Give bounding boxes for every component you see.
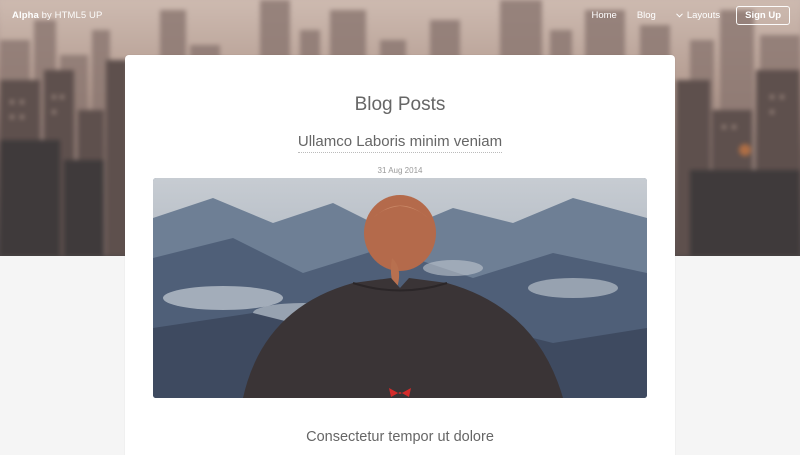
- post-title-link[interactable]: Ullamco Laboris minim veniam: [297, 133, 503, 153]
- nav-layouts-label: Layouts: [686, 9, 721, 21]
- content-card: Blog Posts Ullamco Laboris minim veniam …: [125, 55, 675, 455]
- nav-blog-link[interactable]: Blog: [637, 10, 656, 21]
- chevron-down-icon: [675, 12, 683, 18]
- next-post-title: Consectetur tempor ut dolore: [306, 429, 494, 445]
- post-date: 31 Aug 2014: [377, 166, 423, 175]
- post-photo: [153, 178, 647, 398]
- nav-layouts-dropdown[interactable]: Layouts: [675, 9, 721, 21]
- nav-home-link[interactable]: Home: [591, 10, 616, 21]
- main-nav: Home Blog Layouts Sign Up: [571, 5, 790, 25]
- brand-name: Alpha: [12, 9, 39, 21]
- post-image[interactable]: [153, 178, 647, 398]
- page: Alpha by HTML5 UP Home Blog Layouts Sign…: [0, 0, 800, 455]
- site-logo-link[interactable]: Alpha by HTML5 UP: [12, 10, 102, 21]
- site-header: Alpha by HTML5 UP Home Blog Layouts Sign…: [0, 0, 800, 30]
- page-title: Blog Posts: [354, 94, 446, 115]
- signup-button[interactable]: Sign Up: [736, 5, 790, 25]
- brand-tagline: by HTML5 UP: [41, 9, 103, 21]
- post-title-wrap: Ullamco Laboris minim veniam: [125, 133, 675, 153]
